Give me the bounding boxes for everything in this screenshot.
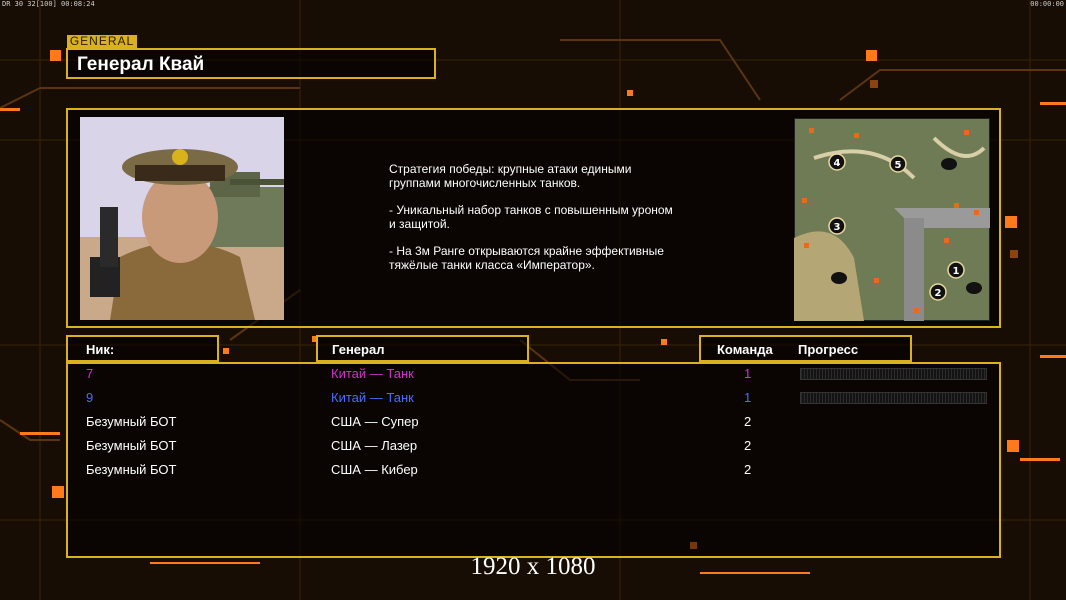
general-portrait	[80, 117, 284, 320]
player-nick: Безумный БОТ	[86, 438, 177, 453]
description-line-3: - На 3м Ранге открываются крайне эффекти…	[389, 244, 664, 272]
player-general: США — Кибер	[331, 462, 418, 477]
general-title: Генерал Квай	[77, 54, 205, 75]
resolution-label: 1920 x 1080	[470, 553, 596, 580]
column-header-general: Генерал	[316, 335, 529, 362]
column-header-nick: Ник:	[66, 335, 219, 362]
player-general: США — Лазер	[331, 438, 418, 453]
column-label-nick: Ник:	[86, 342, 115, 357]
player-general: США — Супер	[331, 414, 419, 429]
player-progress-bar	[800, 368, 987, 380]
column-label-team: Команда	[717, 342, 773, 357]
player-general: Китай — Танк	[331, 366, 414, 381]
player-progress-bar	[800, 392, 987, 404]
general-tag: GENERAL	[67, 35, 137, 48]
player-team: 2	[744, 462, 752, 477]
map-preview[interactable]: 4 5 3 1 2	[794, 118, 990, 321]
description-line-2: - Уникальный набор танков с повышенным у…	[389, 203, 673, 231]
player-nick: Безумный БОТ	[86, 414, 177, 429]
strategy-description: Стратегия победы: крупные атаки едиными …	[389, 162, 719, 285]
column-label-progress: Прогресс	[798, 342, 859, 357]
column-label-general: Генерал	[332, 342, 385, 357]
player-general: Китай — Танк	[331, 390, 414, 405]
player-nick: 9	[86, 390, 94, 405]
player-nick: 7	[86, 366, 94, 381]
map-marker-4: 4	[834, 158, 841, 169]
map-marker-2: 2	[935, 288, 942, 299]
map-marker-3: 3	[834, 222, 841, 233]
player-team: 1	[744, 366, 752, 381]
description-line-1: Стратегия победы: крупные атаки едиными …	[389, 162, 632, 190]
general-title-box: Генерал Квай	[66, 48, 436, 79]
map-marker-1: 1	[953, 266, 960, 277]
hud-stats: DR 30 32[100] 00:08:24	[2, 0, 95, 8]
column-header-team-progress: Команда Прогресс	[699, 335, 912, 362]
player-team: 2	[744, 438, 752, 453]
hud-timer: 00:00:00	[1030, 0, 1064, 8]
player-team: 1	[744, 390, 752, 405]
player-nick: Безумный БОТ	[86, 462, 177, 477]
player-team: 2	[744, 414, 752, 429]
map-marker-5: 5	[895, 160, 902, 171]
